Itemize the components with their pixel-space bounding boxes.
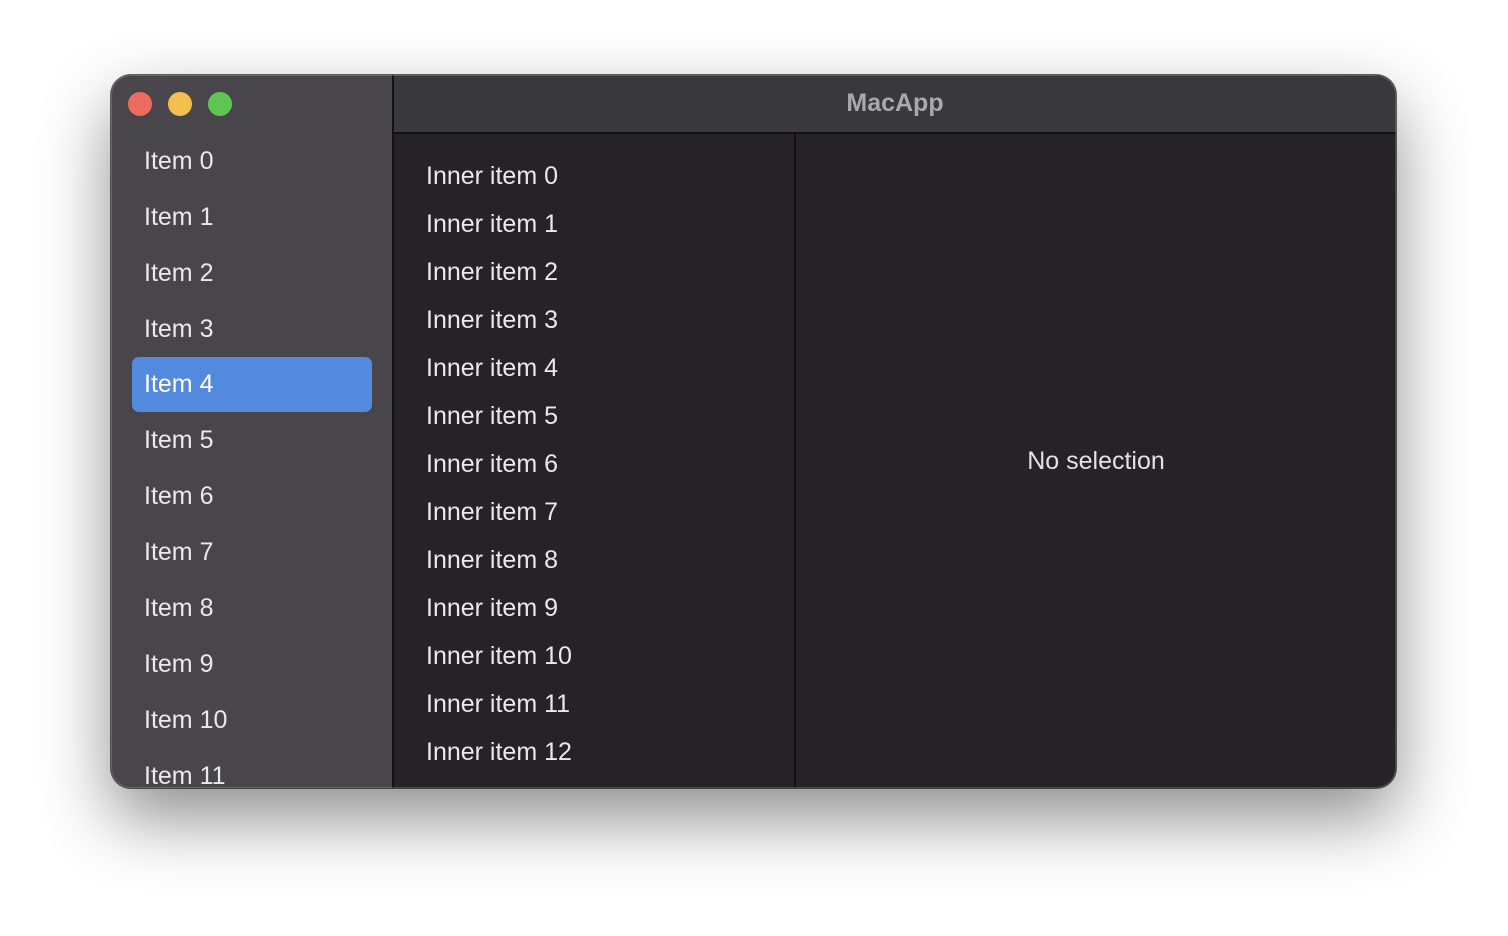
- minimize-button[interactable]: [168, 92, 192, 116]
- window-controls: [128, 92, 232, 116]
- sidebar-item-label: Item 0: [144, 146, 214, 175]
- inner-list-item-12[interactable]: Inner item 12: [394, 728, 794, 776]
- sidebar-item-10[interactable]: Item 10: [132, 692, 372, 748]
- sidebar-item-9[interactable]: Item 9: [132, 636, 372, 692]
- inner-list-item-0[interactable]: Inner item 0: [394, 152, 794, 200]
- sidebar-item-2[interactable]: Item 2: [132, 245, 372, 301]
- inner-item-label: Inner item 4: [426, 353, 559, 382]
- inner-item-label: Inner item 0: [426, 161, 559, 190]
- sidebar-item-1[interactable]: Item 1: [132, 189, 372, 245]
- app-window: Item 0 Item 1 Item 2 Item 3 Item 4 Item …: [111, 75, 1396, 788]
- sidebar-item-3[interactable]: Item 3: [132, 301, 372, 357]
- sidebar-item-label: Item 8: [144, 593, 214, 622]
- detail-pane: No selection: [796, 134, 1396, 788]
- inner-list-item-8[interactable]: Inner item 8: [394, 536, 794, 584]
- sidebar-item-label: Item 4: [144, 370, 214, 398]
- sidebar-list[interactable]: Item 0 Item 1 Item 2 Item 3 Item 4 Item …: [111, 133, 392, 788]
- sidebar-item-label: Item 3: [144, 314, 214, 343]
- sidebar-item-label: Item 7: [144, 537, 214, 566]
- close-button[interactable]: [128, 92, 152, 116]
- inner-item-label: Inner item 11: [426, 689, 571, 718]
- sidebar-item-11[interactable]: Item 11: [132, 748, 372, 789]
- sidebar-item-7[interactable]: Item 7: [132, 524, 372, 580]
- inner-item-label: Inner item 6: [426, 449, 559, 478]
- inner-item-label: Inner item 3: [426, 305, 559, 334]
- sidebar-item-label: Item 5: [144, 425, 214, 454]
- inner-list-item-7[interactable]: Inner item 7: [394, 488, 794, 536]
- inner-list-item-10[interactable]: Inner item 10: [394, 632, 794, 680]
- sidebar: Item 0 Item 1 Item 2 Item 3 Item 4 Item …: [111, 75, 394, 788]
- sidebar-item-label: Item 11: [144, 761, 226, 789]
- sidebar-item-label: Item 1: [144, 202, 214, 231]
- inner-item-label: Inner item 12: [426, 737, 572, 766]
- sidebar-item-label: Item 10: [144, 705, 228, 734]
- inner-list-item-5[interactable]: Inner item 5: [394, 392, 794, 440]
- inner-list-item-3[interactable]: Inner item 3: [394, 296, 794, 344]
- inner-list-item-9[interactable]: Inner item 9: [394, 584, 794, 632]
- window-title: MacApp: [846, 89, 944, 117]
- sidebar-item-0[interactable]: Item 0: [132, 133, 372, 189]
- sidebar-item-label: Item 9: [144, 649, 214, 678]
- inner-list-item-2[interactable]: Inner item 2: [394, 248, 794, 296]
- titlebar[interactable]: MacApp: [394, 75, 1396, 134]
- inner-item-label: Inner item 8: [426, 545, 559, 574]
- zoom-button[interactable]: [208, 92, 232, 116]
- inner-list[interactable]: Inner item 0 Inner item 1 Inner item 2 I…: [394, 134, 796, 788]
- inner-item-label: Inner item 9: [426, 593, 559, 622]
- inner-list-item-6[interactable]: Inner item 6: [394, 440, 794, 488]
- inner-item-label: Inner item 1: [426, 209, 559, 238]
- inner-list-item-1[interactable]: Inner item 1: [394, 200, 794, 248]
- inner-item-label: Inner item 2: [426, 257, 559, 286]
- inner-list-item-11[interactable]: Inner item 11: [394, 680, 794, 728]
- sidebar-item-8[interactable]: Item 8: [132, 580, 372, 636]
- sidebar-item-5[interactable]: Item 5: [132, 412, 372, 468]
- inner-list-item-4[interactable]: Inner item 4: [394, 344, 794, 392]
- sidebar-item-label: Item 2: [144, 258, 214, 287]
- inner-item-label: Inner item 7: [426, 497, 559, 526]
- sidebar-item-label: Item 6: [144, 481, 214, 510]
- inner-item-label: Inner item 10: [426, 641, 572, 670]
- inner-item-label: Inner item 5: [426, 401, 559, 430]
- sidebar-item-6[interactable]: Item 6: [132, 468, 372, 524]
- sidebar-item-4[interactable]: Item 4: [132, 357, 372, 412]
- no-selection-label: No selection: [1027, 446, 1165, 475]
